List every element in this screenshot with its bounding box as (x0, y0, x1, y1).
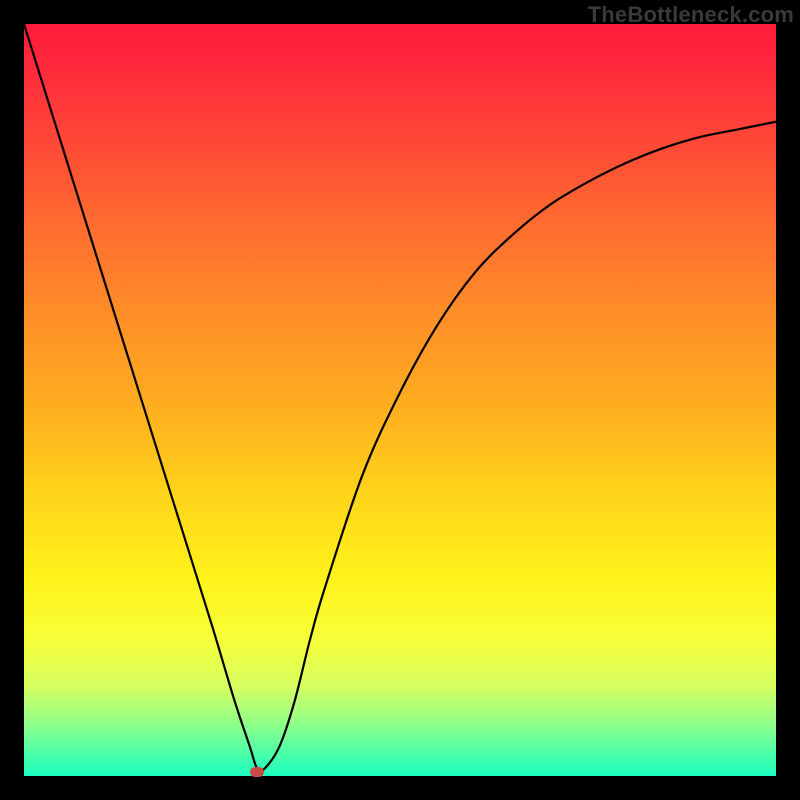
plot-area (24, 24, 776, 776)
chart-frame: TheBottleneck.com (0, 0, 800, 800)
bottleneck-curve (24, 24, 776, 776)
optimum-marker (250, 767, 264, 777)
watermark-text: TheBottleneck.com (588, 2, 794, 28)
